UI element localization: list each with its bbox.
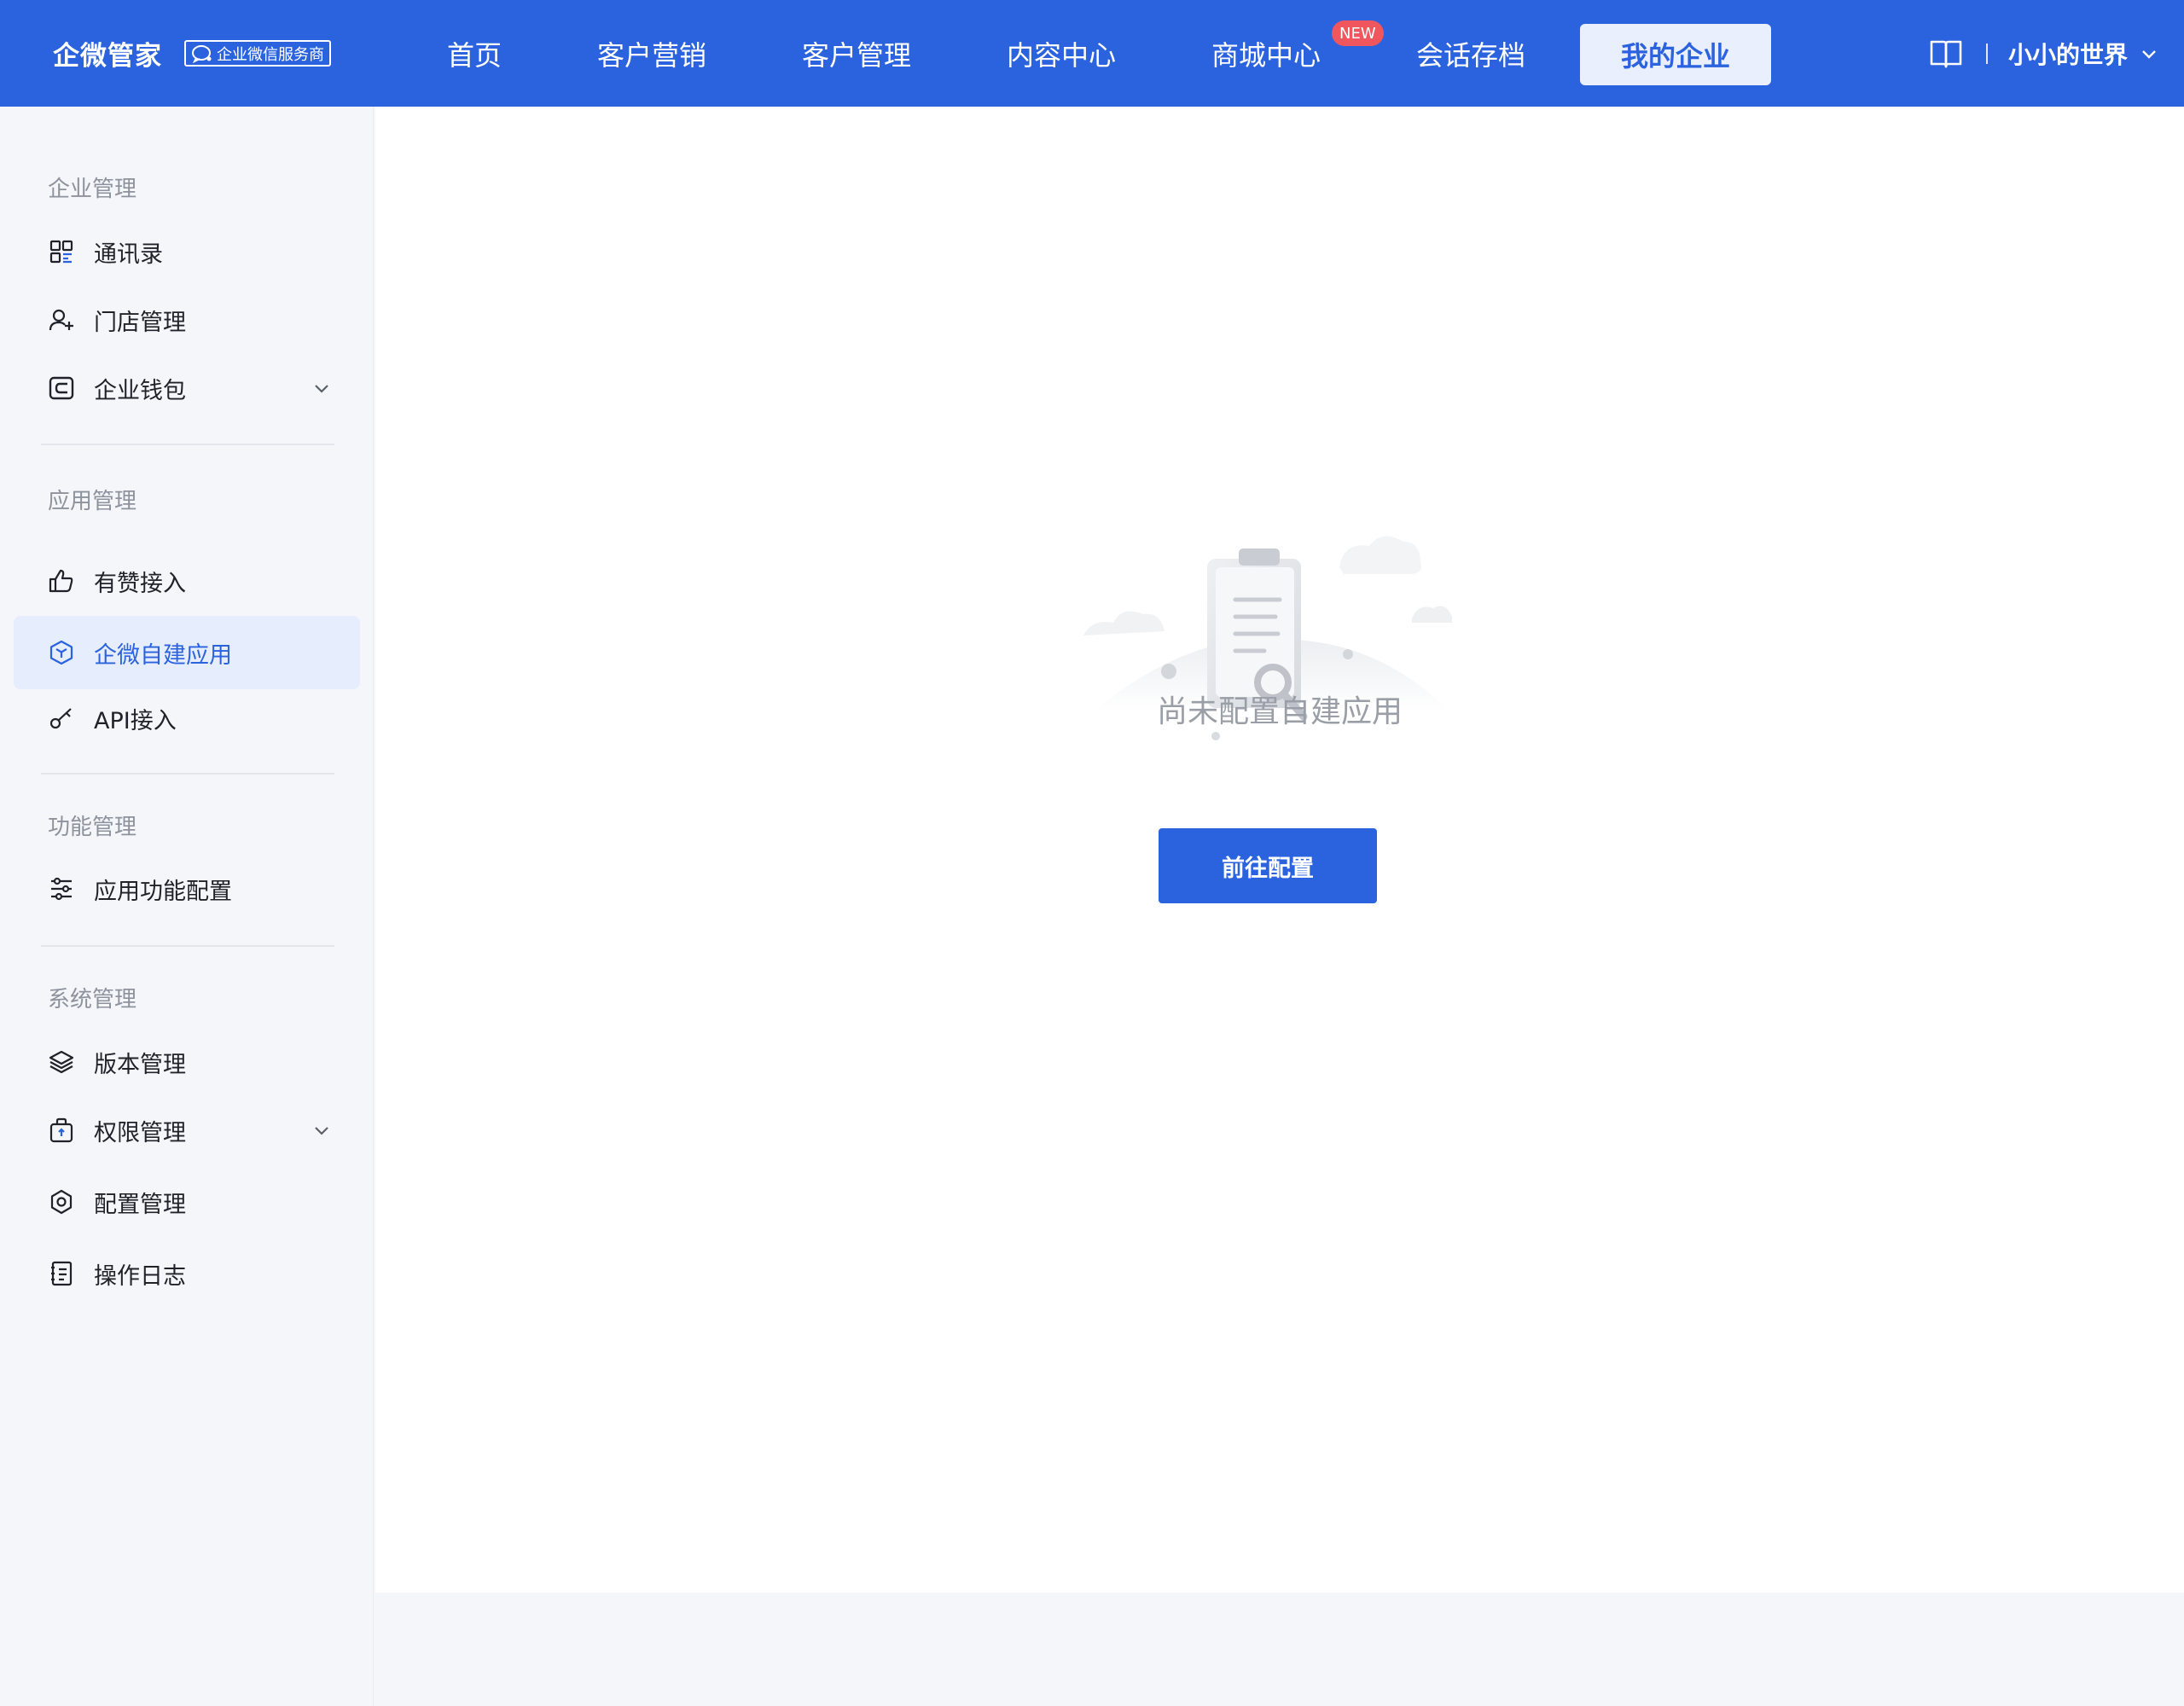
sidebar-group-title: 企业管理 [48,177,137,202]
thumbs-up-icon [48,567,75,595]
chevron-down-icon[interactable] [312,379,331,397]
lock-bag-icon [48,1117,75,1144]
contacts-grid-icon [48,238,75,265]
empty-state-message: 尚未配置自建应用 [1156,694,1403,729]
nav-home[interactable]: 首页 [427,0,522,107]
sidebar-item-label: 有赞接入 [94,570,186,597]
wallet-icon [48,374,75,402]
sidebar-item-permissions[interactable]: 权限管理 [14,1094,360,1167]
nav-mall-center[interactable]: 商城中心 [1206,0,1326,107]
main-content: 尚未配置自建应用 前往配置 [375,107,2184,1593]
sidebar-group-title: 功能管理 [48,815,137,840]
chevron-down-icon[interactable] [2140,44,2158,63]
book-icon[interactable] [1928,36,1964,72]
top-bar: 企微管家 企业微信服务商 首页 客户营销 客户管理 内容中心 商城中心 NEW … [0,0,2184,107]
key-icon [48,705,75,732]
sidebar-item-label: 应用功能配置 [94,878,232,905]
sidebar-item-wallet[interactable]: 企业钱包 [14,351,360,425]
sidebar-item-label: 版本管理 [94,1051,186,1078]
sidebar-divider [41,444,334,445]
layers-icon [48,1048,75,1076]
sidebar-item-settings[interactable]: 配置管理 [14,1165,360,1239]
sidebar-item-youzan[interactable]: 有赞接入 [14,544,360,618]
sidebar-item-version[interactable]: 版本管理 [14,1025,360,1099]
sidebar-group-title: 应用管理 [48,489,137,514]
sidebar-item-feature-config[interactable]: 应用功能配置 [14,852,360,926]
sidebar-item-label: 配置管理 [94,1191,186,1218]
sliders-icon [48,875,75,902]
sidebar-item-label: 权限管理 [94,1119,186,1146]
cube-icon [48,639,75,666]
sidebar-divider [41,945,334,947]
nav-content-center[interactable]: 内容中心 [1002,0,1121,107]
sidebar-group-title: 系统管理 [48,987,137,1013]
sidebar-item-label: 门店管理 [94,309,186,336]
user-add-icon [48,306,75,334]
sidebar-item-operation-log[interactable]: 操作日志 [14,1237,360,1310]
sidebar-item-label: 企业钱包 [94,377,186,404]
sidebar-item-store[interactable]: 门店管理 [14,283,360,357]
sidebar-item-label: API接入 [94,707,177,734]
user-name[interactable]: 小小的世界 [2008,37,2128,71]
sidebar-item-custom-app[interactable]: 企微自建应用 [14,616,360,689]
nav-chat-archive[interactable]: 会话存档 [1411,0,1531,107]
sidebar-divider [41,773,334,775]
sidebar-item-label: 通讯录 [94,241,163,268]
nav-customer-marketing[interactable]: 客户营销 [592,0,712,107]
log-book-icon [48,1260,75,1287]
user-area: 小小的世界 [1928,0,2158,107]
sidebar-item-label: 操作日志 [94,1262,186,1290]
chevron-down-icon[interactable] [312,1121,331,1140]
nav-customer-management[interactable]: 客户管理 [797,0,916,107]
divider [1985,43,1988,64]
sidebar-item-api[interactable]: API接入 [14,682,360,755]
settings-icon [48,1188,75,1216]
main-nav: 首页 客户营销 客户管理 内容中心 商城中心 NEW 会话存档 我的企业 [0,0,2184,107]
sidebar-item-label: 企微自建应用 [94,641,232,669]
sidebar: 企业管理 通讯录 门店管理 企业钱包 应用管理 有赞接入 企微自建应用 API接… [0,107,374,1706]
sidebar-item-contacts[interactable]: 通讯录 [14,215,360,288]
new-badge: NEW [1332,20,1384,46]
nav-my-enterprise[interactable]: 我的企业 [1580,24,1771,85]
go-configure-button[interactable]: 前往配置 [1159,828,1377,903]
